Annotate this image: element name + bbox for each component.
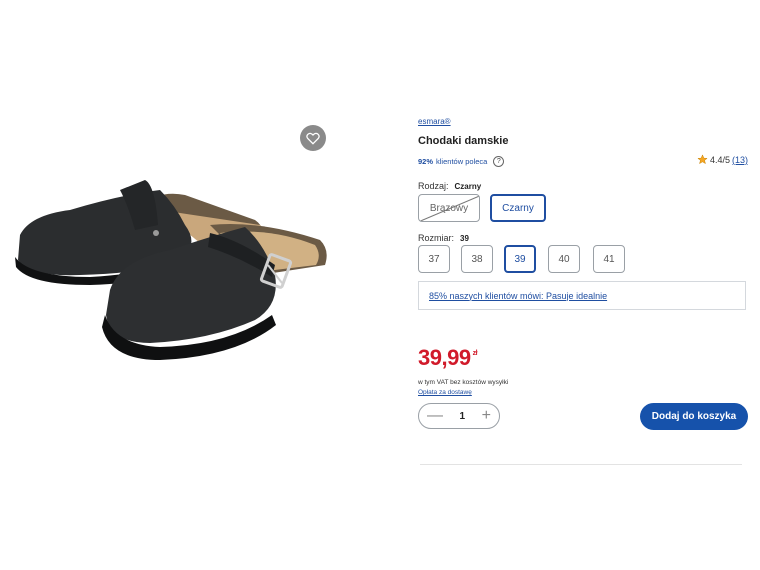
size-option-39[interactable]: 39 <box>504 245 536 273</box>
price: 39,99 zł <box>418 345 478 371</box>
increase-quantity-button[interactable]: + <box>482 408 491 424</box>
info-icon[interactable]: ? <box>493 156 505 167</box>
wishlist-button[interactable] <box>300 125 326 151</box>
variant-option-czarny[interactable]: Czarny <box>490 194 546 222</box>
size-option-40[interactable]: 40 <box>548 245 580 273</box>
size-label: Rozmiar: 39 <box>418 233 469 243</box>
rating: 4.4/5 (13) <box>697 154 748 165</box>
price-currency: zł <box>472 350 478 357</box>
variant-label-text: Rodzaj: <box>418 181 449 191</box>
recommendation-info: 92% klientów poleca ? <box>418 156 505 167</box>
unavailable-strike <box>419 195 479 221</box>
vat-note: w tym VAT bez kosztów wysyłki <box>418 379 509 386</box>
recommend-percent: 92% <box>418 157 434 166</box>
quantity-stepper: — 1 + <box>418 403 500 429</box>
variant-option-brazowy[interactable]: Brązowy <box>418 194 480 222</box>
decrease-quantity-button[interactable]: — <box>427 408 443 424</box>
shipping-cost-link[interactable]: Opłata za dostawę <box>418 389 472 396</box>
section-divider <box>420 464 742 465</box>
variant-label: Rodzaj: Czarny <box>418 181 481 191</box>
heart-icon <box>306 132 320 145</box>
rating-value: 4.4/5 <box>709 154 730 165</box>
product-image <box>15 180 327 360</box>
product-title: Chodaki damskie <box>418 135 509 147</box>
fit-feedback-link[interactable]: 85% naszych klientów mówi: Pasuje idealn… <box>418 281 746 310</box>
add-to-cart-button[interactable]: Dodaj do koszyka <box>640 403 748 430</box>
size-option-41[interactable]: 41 <box>593 245 625 273</box>
rating-count-link[interactable]: (13) <box>732 155 748 165</box>
size-option-38[interactable]: 38 <box>461 245 493 273</box>
recommend-text: klientów poleca <box>436 157 488 166</box>
quantity-value[interactable]: 1 <box>460 411 466 422</box>
price-value: 39,99 <box>418 345 471 370</box>
size-option-37[interactable]: 37 <box>418 245 450 273</box>
size-selected-value: 39 <box>460 234 469 243</box>
variant-option-label: Czarny <box>502 202 534 214</box>
size-label-text: Rozmiar: <box>418 233 455 243</box>
variant-selected-value: Czarny <box>454 182 482 191</box>
star-icon <box>697 154 708 165</box>
brand-link[interactable]: esmara® <box>418 117 451 126</box>
